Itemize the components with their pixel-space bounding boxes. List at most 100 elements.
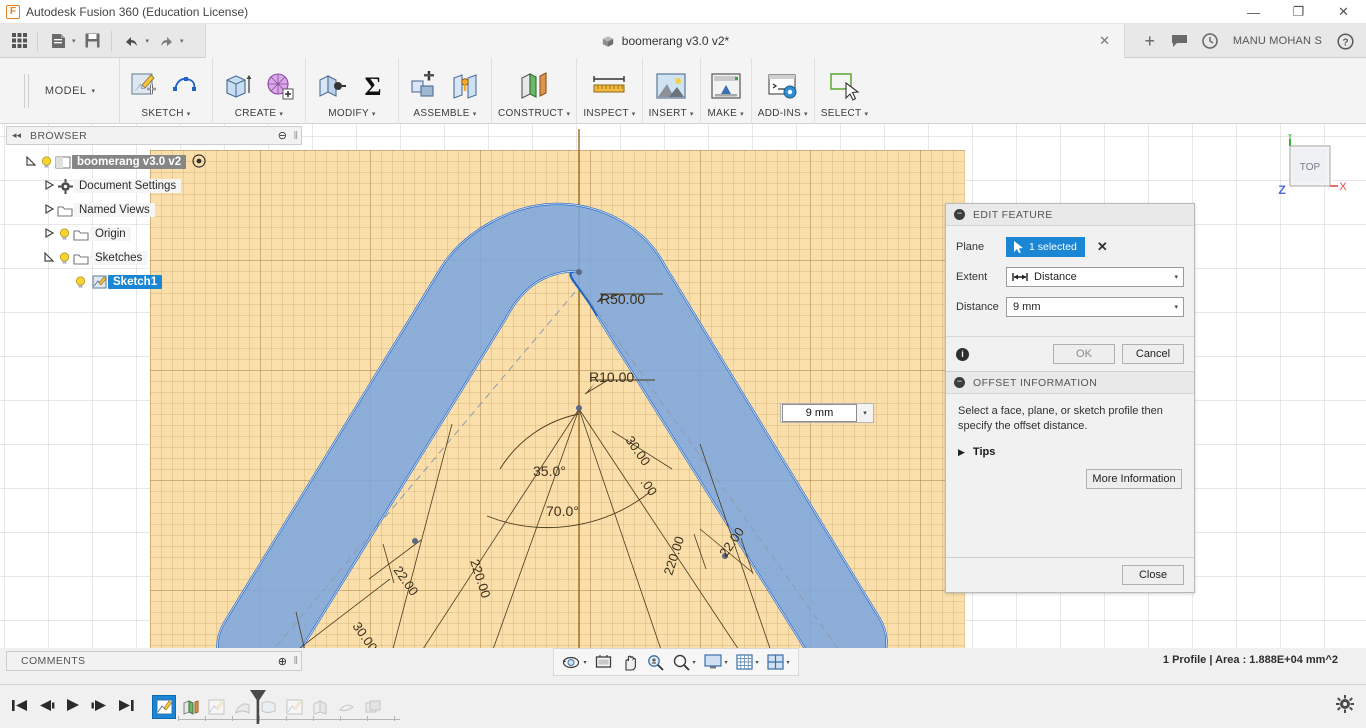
fit-caret[interactable]: ▾ <box>692 659 695 666</box>
settings-gear-icon[interactable] <box>1336 695 1354 718</box>
ribbon-group-label-addins[interactable]: ADD-INS ▾ <box>758 108 808 124</box>
distance-input[interactable]: 9 mm ▾ <box>1006 297 1184 317</box>
ribbon-group-label-insert[interactable]: INSERT ▾ <box>649 108 694 124</box>
undo-button[interactable] <box>119 28 145 54</box>
visibility-bulb-icon[interactable] <box>72 275 88 289</box>
viewports-button[interactable]: ▾ <box>767 654 789 670</box>
cancel-button[interactable]: Cancel <box>1122 344 1184 364</box>
add-tab-button[interactable]: + <box>1135 27 1165 55</box>
visibility-bulb-icon[interactable] <box>56 227 72 241</box>
offset-information-header[interactable]: − OFFSET INFORMATION <box>946 372 1194 394</box>
create-sketch-icon[interactable] <box>126 67 164 105</box>
document-tab-close[interactable]: ✕ <box>1099 33 1110 49</box>
redo-caret[interactable]: ▾ <box>180 37 184 45</box>
eye-icon[interactable] <box>192 153 206 171</box>
ribbon-group-label-create[interactable]: CREATE ▾ <box>235 108 283 124</box>
zoom-button[interactable] <box>647 654 665 671</box>
ribbon-group-label-inspect[interactable]: INSPECT ▾ <box>583 108 635 124</box>
clock-icon[interactable] <box>1195 27 1225 55</box>
ribbon-group-label-make[interactable]: MAKE ▾ <box>708 108 744 124</box>
orbit-caret[interactable]: ▾ <box>583 659 586 666</box>
add-comment-button[interactable]: ⊕ <box>278 655 287 668</box>
undo-caret[interactable]: ▾ <box>146 37 150 45</box>
grid-snaps-button[interactable]: ▾ <box>736 654 758 670</box>
orbit-button[interactable]: ▾ <box>562 654 587 671</box>
expand-arrow-open[interactable] <box>42 251 56 264</box>
workspace-selector[interactable]: MODEL ▾ <box>0 58 120 124</box>
view-cube[interactable]: TOP Y X Z <box>1270 134 1348 212</box>
go-to-beginning-button[interactable] <box>12 699 28 715</box>
timeline-feature-7[interactable] <box>308 695 332 719</box>
expand-arrow-closed[interactable] <box>42 227 56 240</box>
browser-resize-grip[interactable]: ‖ <box>293 130 298 142</box>
save-button[interactable] <box>80 28 106 54</box>
redo-button[interactable] <box>153 28 179 54</box>
sigma-icon[interactable]: Σ <box>354 67 392 105</box>
browser-node-boomerang[interactable]: boomerang v3.0 v2 <box>6 150 302 174</box>
browser-node-named-views[interactable]: Named Views <box>6 198 302 222</box>
offset-distance-value[interactable]: 9 mm <box>782 404 857 422</box>
user-name-label[interactable]: MANU MOHAN S <box>1225 35 1330 47</box>
ok-button[interactable]: OK <box>1053 344 1115 364</box>
timeline-feature-8[interactable] <box>334 695 358 719</box>
browser-node-document-settings[interactable]: Document Settings <box>6 174 302 198</box>
new-document-button[interactable] <box>45 28 71 54</box>
tips-toggle[interactable]: ▶ Tips <box>958 446 1182 458</box>
fit-button[interactable]: ▾ <box>673 654 695 671</box>
ribbon-group-label-assemble[interactable]: ASSEMBLE ▾ <box>413 108 476 124</box>
timeline-sketch1[interactable] <box>152 694 176 719</box>
app-grid-button[interactable] <box>6 28 32 54</box>
expand-arrow-closed[interactable] <box>42 203 56 216</box>
3d-print-icon[interactable] <box>707 67 745 105</box>
chevron-down-icon[interactable]: ▾ <box>1174 303 1178 311</box>
timeline-track[interactable] <box>152 688 400 728</box>
browser-collapse-icon[interactable]: ◂◂ <box>12 130 21 141</box>
expand-arrow-closed[interactable] <box>42 179 56 192</box>
extrude-icon[interactable] <box>219 67 257 105</box>
select-window-icon[interactable] <box>826 67 864 105</box>
ribbon-group-label-construct[interactable]: CONSTRUCT ▾ <box>498 108 570 124</box>
offset-distance-field[interactable]: 9 mm ▾ <box>780 403 874 423</box>
extent-dropdown[interactable]: Distance ▾ <box>1006 267 1184 287</box>
expand-arrow-open[interactable] <box>24 155 38 168</box>
offset-minimize-icon[interactable]: − <box>954 377 965 388</box>
go-to-end-button[interactable] <box>118 699 134 715</box>
viewports-caret[interactable]: ▾ <box>786 659 789 666</box>
close-button[interactable]: Close <box>1122 565 1184 585</box>
sketch-spline-icon[interactable] <box>168 67 206 105</box>
new-component-icon[interactable] <box>405 67 443 105</box>
minimize-button[interactable]: — <box>1231 0 1276 24</box>
chevron-down-icon[interactable]: ▾ <box>857 409 873 417</box>
timeline-marker[interactable] <box>248 689 268 728</box>
joint-icon[interactable] <box>447 67 485 105</box>
comments-resize-grip[interactable]: ‖ <box>293 655 298 667</box>
timeline-plane[interactable] <box>178 695 202 719</box>
look-at-button[interactable] <box>595 654 612 670</box>
pan-button[interactable] <box>621 654 638 671</box>
step-back-button[interactable] <box>39 699 55 715</box>
plane-selection-pill[interactable]: 1 selected <box>1006 237 1085 257</box>
display-caret[interactable]: ▾ <box>724 659 727 666</box>
step-forward-button[interactable] <box>91 699 107 715</box>
ribbon-group-label-modify[interactable]: MODIFY ▾ <box>328 108 376 124</box>
visibility-bulb-icon[interactable] <box>56 251 72 265</box>
close-button[interactable]: ✕ <box>1321 0 1366 24</box>
info-icon[interactable]: i <box>956 347 969 361</box>
mesh-create-icon[interactable] <box>261 67 299 105</box>
offset-plane-icon[interactable] <box>515 67 553 105</box>
more-information-button[interactable]: More Information <box>1086 469 1182 489</box>
scripts-addins-icon[interactable] <box>764 67 802 105</box>
comment-icon[interactable] <box>1165 27 1195 55</box>
measure-icon[interactable] <box>590 67 628 105</box>
timeline-feature-9[interactable] <box>360 695 384 719</box>
browser-minimize-icon[interactable]: ⊖ <box>278 129 287 142</box>
chevron-down-icon[interactable]: ▾ <box>1174 273 1178 281</box>
dialog-minimize-icon[interactable]: − <box>954 209 965 220</box>
play-button[interactable] <box>66 698 80 715</box>
grid-caret[interactable]: ▾ <box>755 659 758 666</box>
plane-clear-button[interactable]: ✕ <box>1097 239 1108 255</box>
visibility-bulb-icon[interactable] <box>38 155 54 169</box>
browser-node-sketches[interactable]: Sketches <box>6 246 302 270</box>
document-tab[interactable]: boomerang v3.0 v2* ✕ <box>205 24 1125 58</box>
ribbon-group-label-select[interactable]: SELECT ▾ <box>821 108 869 124</box>
